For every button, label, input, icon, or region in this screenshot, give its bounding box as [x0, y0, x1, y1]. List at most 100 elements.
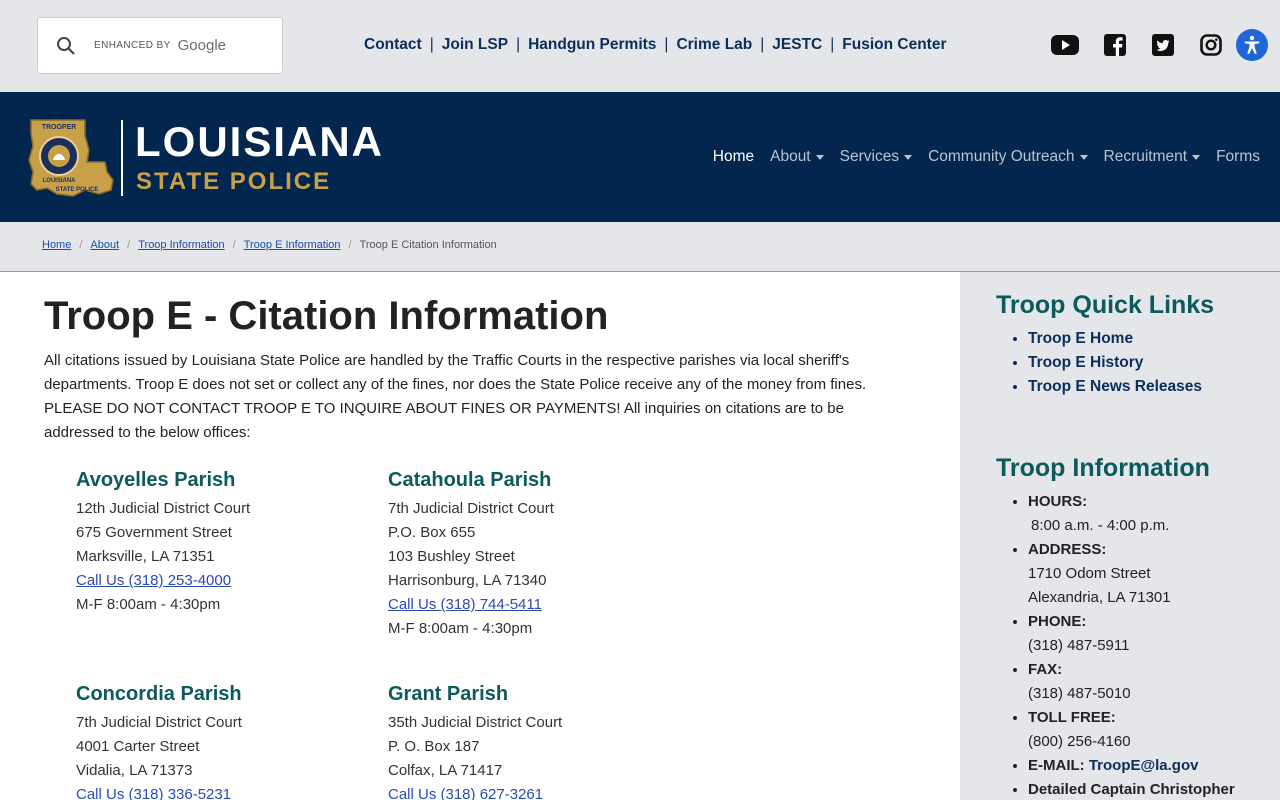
parish-court: 7th Judicial District Court — [76, 714, 242, 731]
nav-about[interactable]: About — [770, 148, 824, 166]
instagram-icon[interactable] — [1196, 30, 1226, 60]
parish-address-line: 4001 Carter Street — [76, 738, 200, 755]
top-link-handgun-permits[interactable]: Handgun Permits — [528, 36, 656, 54]
utility-links: Contact | Join LSP | Handgun Permits | C… — [364, 36, 947, 54]
chevron-down-icon — [904, 154, 913, 160]
parish-city-line: Marksville, LA 71351 — [76, 548, 215, 565]
top-link-crime-lab[interactable]: Crime Lab — [676, 36, 752, 54]
louisiana-state-badge-icon: TROOPER LOUISIANA STATE POLICE — [28, 119, 114, 197]
facebook-icon[interactable] — [1100, 30, 1130, 60]
list-item: Troop E News Releases — [1028, 375, 1202, 399]
list-item: TOLL FREE: (800) 256-4160 — [1028, 706, 1235, 754]
parish-court: 12th Judicial District Court — [76, 500, 251, 517]
site-search-box[interactable]: ENHANCED BY Google — [37, 17, 283, 74]
parish-phone-link[interactable]: Call Us (318) 336-5231 — [76, 786, 231, 800]
breadcrumb-separator: / — [348, 239, 352, 251]
hours-value: 8:00 a.m. - 4:00 p.m. — [1031, 517, 1170, 534]
parish-name: Avoyelles Parish — [76, 469, 236, 491]
logo-divider — [121, 120, 123, 196]
parish-name: Catahoula Parish — [388, 469, 552, 491]
quick-links-heading: Troop Quick Links — [996, 291, 1215, 319]
breadcrumb-home[interactable]: Home — [42, 239, 71, 251]
phone-label: PHONE: — [1028, 613, 1087, 630]
parish-city-line: Colfax, LA 71417 — [388, 762, 503, 779]
phone-value: (318) 487-5911 — [1028, 637, 1130, 654]
main-content: Troop E - Citation Information All citat… — [0, 272, 960, 800]
accessibility-icon[interactable] — [1236, 29, 1268, 61]
quick-link-troop-e-news[interactable]: Troop E News Releases — [1028, 378, 1202, 395]
breadcrumb-separator: / — [232, 239, 236, 251]
parish-hours: M-F 8:00am - 4:30pm — [388, 620, 533, 637]
badge-bottom-text: STATE POLICE — [56, 187, 99, 193]
nav-forms[interactable]: Forms — [1216, 148, 1260, 166]
fax-label: FAX: — [1028, 661, 1063, 678]
parish-card-avoyelles: Avoyelles Parish 12th Judicial District … — [76, 466, 250, 617]
toll-free-label: TOLL FREE: — [1028, 709, 1116, 726]
logo-title: LOUISIANA — [135, 118, 384, 165]
parish-address-line: 675 Government Street — [76, 524, 232, 541]
main-navigation: Home About Services Community Outreach R… — [697, 148, 1260, 166]
top-link-separator: | — [760, 36, 765, 53]
troop-information-heading: Troop Information — [996, 454, 1210, 482]
badge-top-text: TROOPER — [42, 124, 77, 131]
nav-home-label: Home — [712, 148, 755, 165]
parish-phone-link[interactable]: Call Us (318) 744-5411 — [388, 596, 542, 613]
list-item: ADDRESS: 1710 Odom Street Alexandria, LA… — [1028, 538, 1235, 610]
list-item: PHONE: (318) 487-5911 — [1028, 610, 1235, 658]
nav-home[interactable]: Home — [713, 148, 754, 166]
fax-value: (318) 487-5010 — [1028, 685, 1131, 702]
top-link-separator: | — [516, 36, 521, 53]
top-link-join-lsp[interactable]: Join LSP — [442, 36, 508, 54]
list-item: Detailed Captain Christopher — [1028, 778, 1235, 800]
nav-recruitment-label: Recruitment — [1103, 148, 1188, 165]
nav-community-outreach-label: Community Outreach — [928, 148, 1075, 165]
list-item: E-MAIL: TroopE@la.gov — [1028, 754, 1235, 778]
parish-card-grant: Grant Parish 35th Judicial District Cour… — [388, 680, 562, 800]
breadcrumb-separator: / — [127, 239, 131, 251]
parish-card-concordia: Concordia Parish 7th Judicial District C… — [76, 680, 242, 800]
breadcrumb-troop-e-information[interactable]: Troop E Information — [244, 239, 341, 251]
nav-services-label: Services — [839, 148, 900, 165]
intro-paragraph: All citations issued by Louisiana State … — [44, 352, 867, 441]
top-link-separator: | — [830, 36, 835, 53]
twitter-icon[interactable] — [1148, 30, 1178, 60]
list-item: FAX: (318) 487-5010 — [1028, 658, 1235, 706]
breadcrumb-current: Troop E Citation Information — [359, 239, 497, 251]
parish-phone-link[interactable]: Call Us (318) 627-3261 — [388, 786, 543, 800]
parish-address-line: 103 Bushley Street — [388, 548, 515, 565]
youtube-icon[interactable] — [1050, 30, 1080, 60]
top-link-contact[interactable]: Contact — [364, 36, 422, 54]
nav-about-label: About — [770, 148, 811, 165]
nav-community-outreach[interactable]: Community Outreach — [928, 148, 1088, 166]
chevron-down-icon — [815, 154, 824, 160]
site-logo[interactable]: TROOPER LOUISIANA STATE POLICE LOUISIANA… — [27, 116, 387, 200]
parish-court: 35th Judicial District Court — [388, 714, 563, 731]
list-item: Troop E Home — [1028, 327, 1202, 351]
troop-information-list: HOURS: 8:00 a.m. - 4:00 p.m. ADDRESS: 17… — [1010, 490, 1235, 800]
quick-link-troop-e-home[interactable]: Troop E Home — [1028, 330, 1133, 347]
breadcrumb: Home / About / Troop Information / Troop… — [42, 239, 497, 251]
top-link-jestc[interactable]: JESTC — [772, 36, 822, 54]
parish-phone-link[interactable]: Call Us (318) 253-4000 — [76, 572, 231, 589]
quick-link-troop-e-history[interactable]: Troop E History — [1028, 354, 1143, 371]
parish-po-box: P.O. Box 655 — [388, 524, 476, 541]
logo-subtitle: STATE POLICE — [136, 168, 332, 195]
parish-po-box: P. O. Box 187 — [388, 738, 480, 755]
breadcrumb-about[interactable]: About — [90, 239, 119, 251]
parish-city-line: Harrisonburg, LA 71340 — [388, 572, 547, 589]
top-link-separator: | — [664, 36, 669, 53]
list-item: Troop E History — [1028, 351, 1202, 375]
email-label: E-MAIL: — [1028, 757, 1085, 774]
parish-name: Concordia Parish — [76, 683, 242, 705]
parish-city-line: Vidalia, LA 71373 — [76, 762, 193, 779]
breadcrumb-troop-information[interactable]: Troop Information — [138, 239, 224, 251]
email-link[interactable]: TroopE@la.gov — [1089, 757, 1199, 774]
nav-recruitment[interactable]: Recruitment — [1104, 148, 1201, 166]
top-link-separator: | — [429, 36, 434, 53]
search-icon[interactable] — [55, 35, 77, 57]
address-line-1: 1710 Odom Street — [1028, 565, 1151, 582]
hours-label: HOURS: — [1028, 493, 1088, 510]
top-link-fusion-center[interactable]: Fusion Center — [842, 36, 946, 54]
toll-free-value: (800) 256-4160 — [1028, 733, 1131, 750]
nav-services[interactable]: Services — [839, 148, 913, 166]
